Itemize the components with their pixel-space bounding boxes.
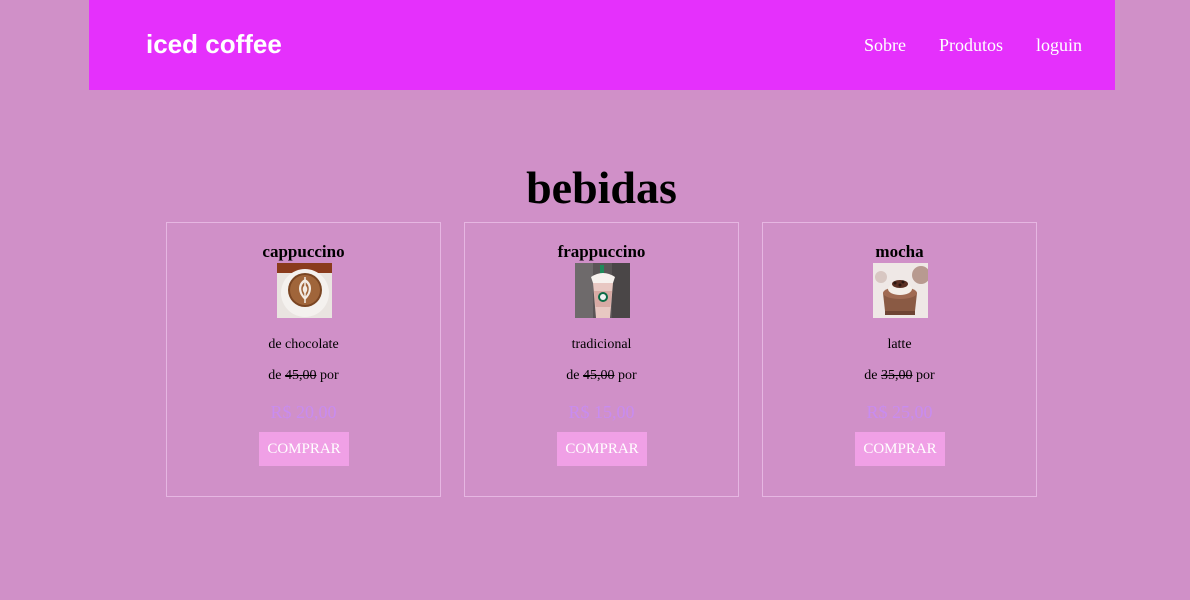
site-header: iced coffee Sobre Produtos loguin [89,0,1115,90]
old-price-prefix: de [864,368,878,383]
nav-link-loguin[interactable]: loguin [1036,34,1082,56]
product-name: mocha [875,242,924,261]
old-price-line: de 45,00 por [167,367,440,385]
cappuccino-latte-art-image [277,263,332,318]
brand-logo[interactable]: iced coffee [146,28,282,60]
old-price: 45,00 [285,368,317,383]
product-name: cappuccino [262,242,345,261]
product-name: frappuccino [557,242,646,261]
buy-button[interactable]: COMPRAR [855,432,945,466]
product-description: de chocolate [268,337,339,352]
old-price-suffix: por [618,368,637,383]
old-price: 35,00 [881,368,913,383]
old-price-line: de 35,00 por [763,367,1036,385]
nav-link-sobre[interactable]: Sobre [864,34,906,56]
product-description: tradicional [571,337,632,352]
old-price: 45,00 [583,368,615,383]
product-card-cappuccino: cappuccino de chocolate de 45,00 por R$ … [166,222,441,497]
mocha-dessert-image [873,263,928,318]
old-price-suffix: por [320,368,339,383]
nav-link-produtos[interactable]: Produtos [939,34,1003,56]
page-title: bebidas [526,162,677,213]
old-price-prefix: de [566,368,580,383]
buy-button[interactable]: COMPRAR [259,432,349,466]
product-price: R$ 15,00 [568,402,635,422]
product-price: R$ 20,00 [270,402,337,422]
main-nav: Sobre Produtos loguin [864,34,1082,56]
product-description: latte [887,337,912,352]
old-price-prefix: de [268,368,282,383]
old-price-line: de 45,00 por [465,367,738,385]
product-price: R$ 25,00 [866,402,933,422]
product-card-mocha: mocha latte de 35,00 por R$ 25,00 COMPRA… [762,222,1037,497]
old-price-suffix: por [916,368,935,383]
buy-button[interactable]: COMPRAR [557,432,647,466]
product-card-frappuccino: frappuccino tradicional de 45,00 por R$ … [464,222,739,497]
frappuccino-cup-image [575,263,630,318]
